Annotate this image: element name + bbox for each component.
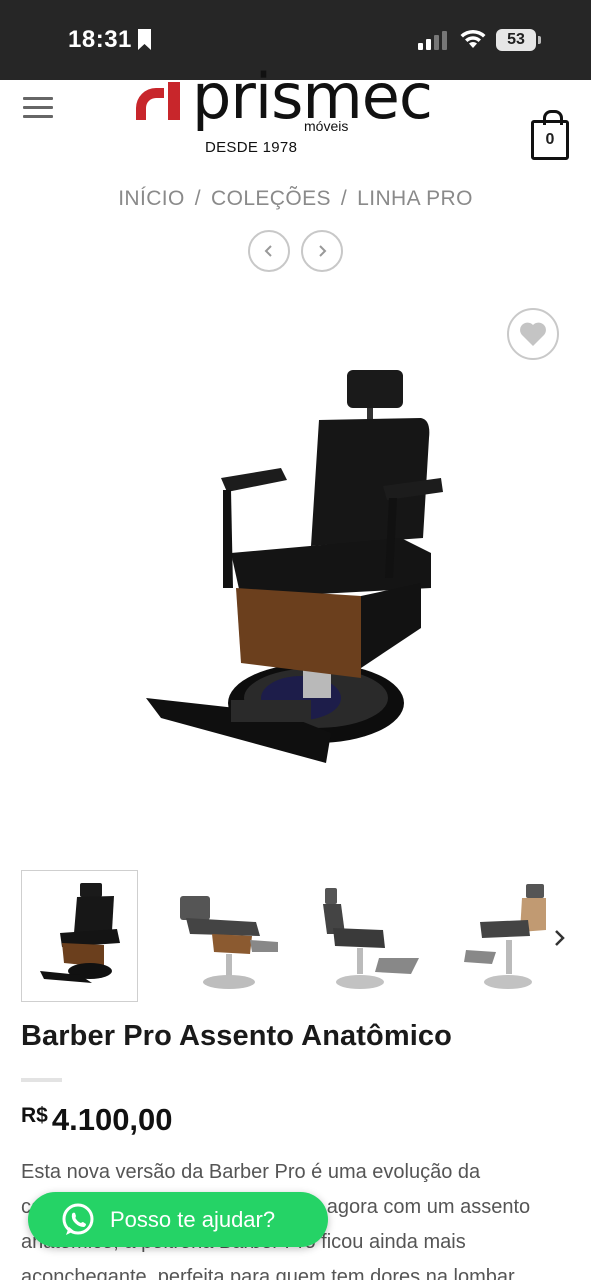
- bookmark-icon: [138, 29, 151, 50]
- battery-indicator: 53: [496, 29, 541, 51]
- site-header: prismec móveis DESDE 1978 0: [0, 66, 591, 175]
- logo-mark-icon: [136, 82, 180, 120]
- product-pager: [248, 230, 344, 272]
- thumbnail-1[interactable]: [21, 870, 138, 1002]
- breadcrumb-item-linha-pro[interactable]: LINHA PRO: [357, 187, 473, 210]
- chevron-right-icon: [319, 245, 327, 257]
- logo-since: DESDE 1978: [205, 139, 298, 156]
- logo[interactable]: prismec móveis DESDE 1978: [134, 58, 464, 158]
- product-title: Barber Pro Assento Anatômico: [21, 1020, 452, 1052]
- breadcrumb-separator: /: [340, 187, 348, 210]
- chair-thumbnail-image: [323, 888, 419, 989]
- previous-product-button[interactable]: [248, 230, 290, 272]
- wishlist-button[interactable]: [507, 308, 559, 360]
- breadcrumb: INÍCIO / COLEÇÕES / LINHA PRO: [0, 187, 591, 211]
- thumbnail-2[interactable]: [166, 870, 283, 1002]
- barber-chair-image: [146, 370, 443, 763]
- chevron-left-icon: [264, 245, 272, 257]
- heart-icon: [520, 322, 546, 346]
- thumbnail-gallery: [21, 870, 591, 1002]
- chevron-right-icon[interactable]: [551, 928, 569, 948]
- price-currency: R$: [21, 1104, 48, 1127]
- whatsapp-chat-button[interactable]: Posso te ajudar?: [28, 1192, 328, 1247]
- next-product-button[interactable]: [301, 230, 343, 272]
- breadcrumb-item-colecoes[interactable]: COLEÇÕES: [211, 187, 331, 210]
- title-divider: [21, 1078, 62, 1082]
- product-main-image[interactable]: [21, 303, 571, 848]
- thumbnail-3[interactable]: [311, 870, 428, 1002]
- cart-button[interactable]: 0: [531, 110, 569, 160]
- breadcrumb-item-inicio[interactable]: INÍCIO: [118, 187, 185, 210]
- logo-subtitle: móveis: [304, 118, 349, 134]
- product-price: R$ 4.100,00: [21, 1102, 173, 1138]
- whatsapp-label: Posso te ajudar?: [110, 1206, 276, 1232]
- price-amount: 4.100,00: [51, 1102, 173, 1137]
- chair-thumbnail-image: [40, 883, 120, 983]
- hamburger-menu-icon[interactable]: [23, 97, 53, 119]
- breadcrumb-separator: /: [194, 187, 202, 210]
- status-time: 18:31: [68, 26, 132, 53]
- cellular-signal-icon: [418, 31, 447, 50]
- wifi-icon: [460, 29, 486, 48]
- chair-thumbnail-image: [180, 896, 278, 989]
- whatsapp-icon: [62, 1203, 94, 1235]
